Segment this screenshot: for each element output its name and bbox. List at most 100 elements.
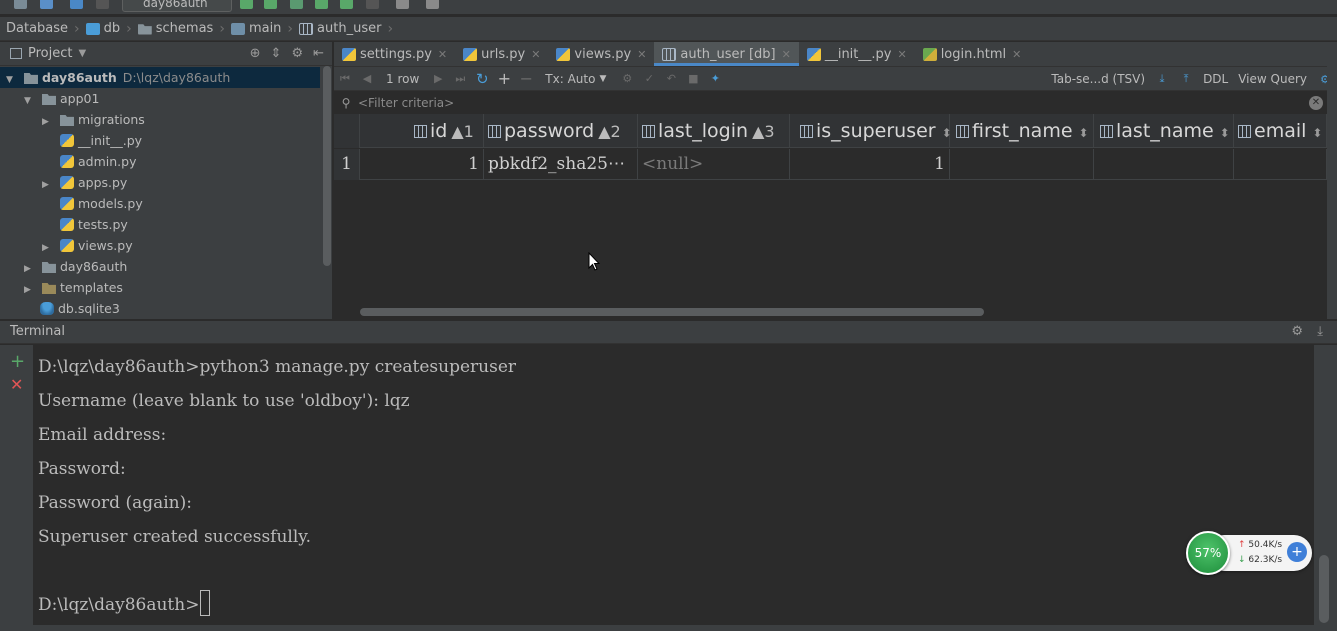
sort-toggle-icon[interactable]: ⬍ [1312, 126, 1322, 140]
grid-horizontal-scrollbar[interactable] [360, 308, 984, 316]
tab-urls-py[interactable]: urls.py ✕ [455, 42, 548, 66]
commit-icon[interactable]: ✓ [638, 72, 660, 85]
scrollbar-thumb[interactable] [1319, 555, 1329, 623]
tree-item-templates[interactable]: ▶ templates [0, 277, 320, 298]
first-page-icon[interactable]: ⏮ [334, 72, 356, 86]
export-icon[interactable]: ⤓ [1155, 72, 1169, 86]
breadcrumb-item-schemas[interactable]: schemas › [136, 21, 229, 37]
tab-auth-user-db[interactable]: auth_user [db] ✕ [654, 42, 800, 66]
coverage-icon[interactable] [290, 0, 303, 9]
breadcrumb-item-database[interactable]: Database › [4, 21, 84, 37]
tab-views-py[interactable]: views.py ✕ [548, 42, 654, 66]
sort-toggle-icon[interactable]: ⬍ [1079, 126, 1089, 140]
cell-first-name[interactable] [950, 149, 1094, 180]
close-icon[interactable]: ✕ [1012, 48, 1021, 61]
sort-toggle-icon[interactable]: ⬍ [1220, 126, 1230, 140]
import-icon[interactable]: ⤒ [1179, 72, 1193, 86]
tree-item-db-sqlite3[interactable]: db.sqlite3 [0, 298, 320, 319]
cell-password[interactable]: pbkdf2_sha25⋯ [484, 149, 638, 180]
project-scrollbar[interactable] [323, 66, 331, 266]
rollback-icon[interactable]: ↶ [660, 72, 682, 85]
column-header-first-name[interactable]: first_name ⬍ [950, 114, 1094, 148]
hide-icon[interactable]: ⇤ [313, 46, 324, 61]
clear-filter-icon[interactable]: ✕ [1309, 96, 1323, 110]
locate-icon[interactable]: ⊕ [250, 46, 261, 61]
tab-settings-py[interactable]: settings.py ✕ [334, 42, 455, 66]
cell-is-superuser[interactable]: 1 [790, 149, 950, 180]
previous-page-icon[interactable]: ◀ [356, 72, 378, 85]
reload-icon[interactable]: ↻ [471, 70, 493, 88]
gear-icon[interactable]: ⚙ [1291, 321, 1303, 343]
export-format-select[interactable]: Tab-se...d (TSV) [1051, 72, 1145, 86]
new-session-icon[interactable]: + [10, 351, 25, 372]
next-page-icon[interactable]: ▶ [427, 72, 449, 85]
column-header-last-name[interactable]: last_name ⬍ [1094, 114, 1234, 148]
save-icon[interactable] [14, 0, 27, 9]
column-header-password[interactable]: password ▲2 [484, 114, 638, 148]
terminal-scrollbar[interactable] [1314, 345, 1337, 625]
tree-item-models-py[interactable]: models.py [0, 193, 320, 214]
right-tool-stripe[interactable] [1327, 42, 1337, 319]
tab-login-html[interactable]: login.html ✕ [915, 42, 1030, 66]
tree-item-apps-py[interactable]: ▶ apps.py [0, 172, 320, 193]
close-icon[interactable]: ✕ [531, 48, 540, 61]
project-view-select[interactable]: Project [28, 46, 72, 61]
add-row-icon[interactable]: + [493, 69, 515, 88]
cell-last-login[interactable]: <null> [638, 149, 790, 180]
column-header-email[interactable]: email ⬍ [1234, 114, 1327, 148]
table-row[interactable]: 1 1 pbkdf2_sha25⋯ <null> 1 [334, 149, 1327, 180]
cancel-query-icon[interactable]: ■ [682, 72, 704, 85]
view-query-button[interactable]: View Query [1238, 72, 1307, 86]
tree-item-app01[interactable]: ▼ app01 [0, 88, 320, 109]
cell-last-name[interactable] [1094, 149, 1234, 180]
tree-item-init-py[interactable]: __init__.py [0, 130, 320, 151]
breadcrumb-item-db[interactable]: db › [84, 21, 136, 37]
close-session-icon[interactable]: ✕ [10, 375, 23, 394]
stop-icon[interactable] [366, 0, 379, 9]
filter-criteria-input[interactable]: <Filter criteria> [358, 96, 454, 110]
sync-icon[interactable] [40, 0, 53, 9]
build-icon[interactable] [396, 0, 409, 9]
run-icon[interactable] [240, 0, 253, 9]
chevron-down-icon[interactable]: ▼ [599, 74, 606, 84]
undo-icon[interactable] [70, 0, 83, 9]
breadcrumb-item-auth-user[interactable]: auth_user › [297, 21, 397, 37]
profile-icon[interactable] [315, 0, 328, 9]
terminal-output[interactable]: D:\lqz\day86auth>python3 manage.py creat… [33, 345, 1314, 625]
collapse-all-icon[interactable]: ⇕ [271, 46, 282, 61]
network-monitor-widget[interactable]: 57% 50.4K/s 62.3K/s + [1186, 531, 1312, 575]
tree-item-migrations[interactable]: ▶ migrations [0, 109, 320, 130]
tree-item-day86auth-root[interactable]: ▼ day86auth D:\lqz\day86auth [0, 67, 320, 88]
attach-icon[interactable] [340, 0, 353, 9]
tree-item-views-py[interactable]: ▶ views.py [0, 235, 320, 256]
close-icon[interactable]: ✕ [897, 48, 906, 61]
column-header-last-login[interactable]: last_login ▲3 [638, 114, 790, 148]
row-count-select[interactable]: 1 row [378, 72, 427, 86]
close-icon[interactable]: ✕ [637, 48, 646, 61]
chevron-down-icon[interactable]: ▼ [78, 48, 86, 59]
debug-icon[interactable] [264, 0, 277, 9]
column-header-is-superuser[interactable]: is_superuser ⬍ [790, 114, 952, 148]
breadcrumb-item-main[interactable]: main › [229, 21, 297, 37]
last-page-icon[interactable]: ⏭ [449, 72, 471, 86]
delete-row-icon[interactable]: − [515, 69, 537, 88]
structure-icon[interactable] [426, 0, 439, 9]
column-header-id[interactable]: id ▲1 [360, 114, 484, 148]
redo-icon[interactable] [96, 0, 109, 9]
tx-mode-select[interactable]: Tx: Auto [537, 72, 599, 86]
gear-icon[interactable]: ⚙ [291, 46, 303, 61]
hide-panel-icon[interactable]: ⤓ [1317, 321, 1323, 343]
tx-settings-icon[interactable]: ⚙ [616, 72, 638, 85]
tab-init-py[interactable]: __init__.py ✕ [799, 42, 915, 66]
tree-item-tests-py[interactable]: tests.py [0, 214, 320, 235]
close-icon[interactable]: ✕ [438, 48, 447, 61]
tree-item-day86auth[interactable]: ▶ day86auth [0, 256, 320, 277]
close-icon[interactable]: ✕ [782, 48, 791, 61]
run-config-select[interactable]: day86auth [122, 0, 232, 12]
boost-icon[interactable]: + [1287, 542, 1307, 562]
tree-item-admin-py[interactable]: admin.py [0, 151, 320, 172]
ddl-button[interactable]: DDL [1203, 72, 1228, 86]
cell-email[interactable] [1234, 149, 1327, 180]
pin-tab-icon[interactable]: ✦ [704, 72, 726, 85]
cell-id[interactable]: 1 [360, 149, 484, 180]
